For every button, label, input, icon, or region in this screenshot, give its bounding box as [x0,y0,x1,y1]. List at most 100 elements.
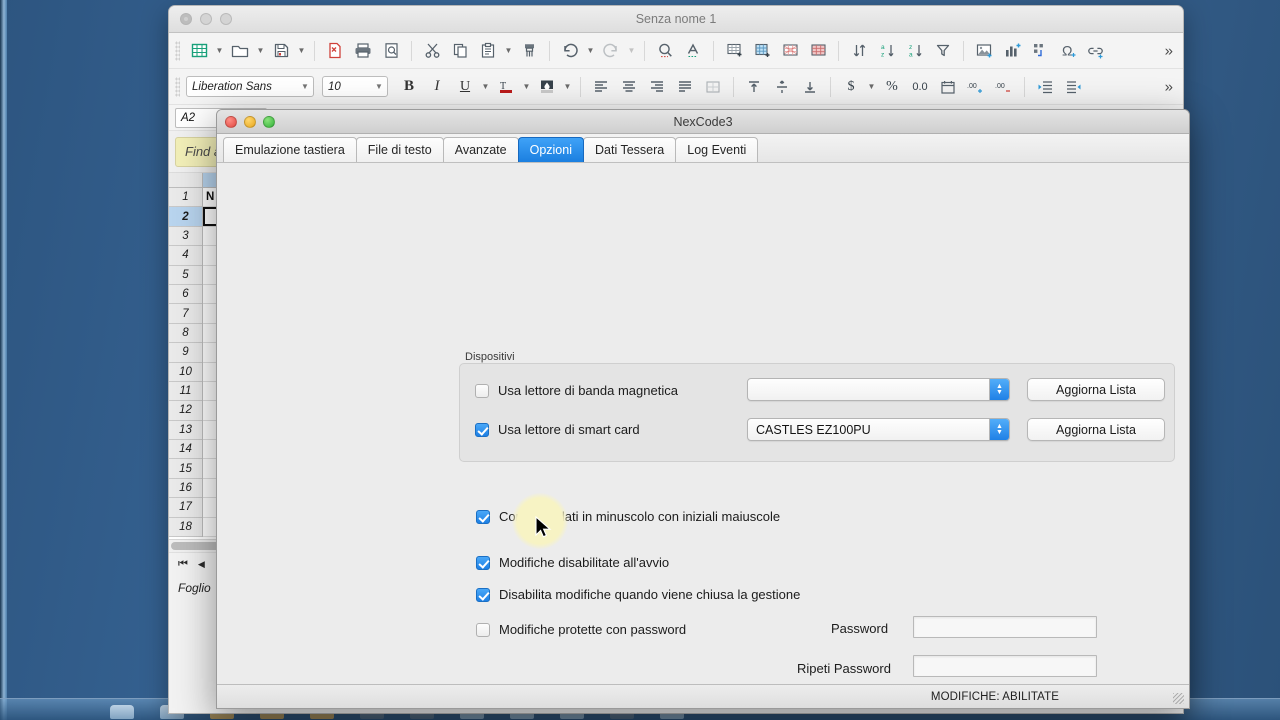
toolbar-grip[interactable] [175,76,180,97]
justify-icon[interactable] [672,74,698,100]
row-header[interactable]: 3 [169,226,202,247]
chevron-down-icon[interactable]: ▼ [297,82,313,91]
smartcard-reader-select[interactable]: CASTLES EZ100PU ▲ ▼ [747,418,1010,441]
toolbar-overflow-button[interactable]: » [1161,42,1177,59]
italic-icon[interactable]: I [424,74,450,100]
underline-icon[interactable]: U [452,74,478,100]
date-format-icon[interactable] [935,74,961,100]
disable-edits-onclose-checkbox[interactable] [476,587,490,602]
align-middle-icon[interactable] [769,74,795,100]
resize-grip[interactable] [1173,693,1184,704]
formatting-toolbar[interactable]: Liberation Sans ▼ 10 ▼ B I U ▼ T ▼ ▼ $ ▼ [169,69,1183,105]
redo-icon[interactable] [598,38,624,64]
spelling-icon[interactable] [680,38,706,64]
paste-icon[interactable] [475,38,501,64]
currency-dropdown-icon[interactable]: ▼ [866,74,877,100]
magnetic-reader-checkbox[interactable] [475,383,489,398]
insert-column-icon[interactable] [749,38,775,64]
sort-icon[interactable] [846,38,872,64]
decrease-indent-icon[interactable] [1060,74,1086,100]
sort-descending-icon[interactable]: za [902,38,928,64]
nexcode3-dialog[interactable]: NexCode3 Emulazione tastiera File di test… [216,109,1190,709]
save-dropdown-icon[interactable]: ▼ [296,38,307,64]
row-header[interactable]: 2 [169,207,202,227]
percent-icon[interactable]: % [879,74,905,100]
tab-opzioni[interactable]: Opzioni [517,137,584,162]
increase-indent-icon[interactable] [1032,74,1058,100]
row-header[interactable]: 14 [169,440,202,460]
tab-dati-tessera[interactable]: Dati Tessera [583,137,677,162]
dialog-titlebar[interactable]: NexCode3 [217,110,1189,134]
print-preview-icon[interactable] [378,38,404,64]
row-header[interactable]: 1 [169,188,202,208]
underline-dropdown-icon[interactable]: ▼ [480,74,491,100]
password-input[interactable] [913,616,1097,638]
row-header[interactable]: 4 [169,246,202,266]
export-pdf-icon[interactable] [322,38,348,64]
calc-titlebar[interactable]: Senza nome 1 [169,6,1183,33]
redo-dropdown-icon[interactable]: ▼ [626,38,637,64]
bold-icon[interactable]: B [396,74,422,100]
delete-column-icon[interactable] [805,38,831,64]
dialog-tab-bar[interactable]: Emulazione tastiera File di testo Avanzate… [217,134,1189,163]
row-header[interactable]: 13 [169,420,202,441]
row-header[interactable]: 12 [169,401,202,421]
row-header[interactable]: 5 [169,265,202,285]
chevron-down-icon[interactable]: ▼ [371,82,387,91]
special-character-icon[interactable]: Ω [1055,38,1081,64]
currency-icon[interactable]: $ [838,74,864,100]
open-file-icon[interactable] [227,38,253,64]
chevron-updown-icon[interactable]: ▲ ▼ [989,419,1009,440]
magnetic-reader-select[interactable]: ▲ ▼ [747,378,1010,401]
tab-avanzate[interactable]: Avanzate [442,137,519,162]
align-center-icon[interactable] [616,74,642,100]
formatting-overflow-button[interactable]: » [1161,78,1177,95]
find-replace-icon[interactable] [652,38,678,64]
undo-dropdown-icon[interactable]: ▼ [585,38,596,64]
highlight-dropdown-icon[interactable]: ▼ [562,74,573,100]
refresh-smartcard-list-button[interactable]: Aggiorna Lista [1027,418,1165,441]
insert-chart-icon[interactable] [999,38,1025,64]
insert-hyperlink-icon[interactable] [1083,38,1109,64]
font-color-icon[interactable]: T [493,74,519,100]
align-top-icon[interactable] [741,74,767,100]
autofilter-icon[interactable] [930,38,956,64]
insert-image-icon[interactable] [971,38,997,64]
clone-formatting-icon[interactable] [516,38,542,64]
first-sheet-button[interactable]: ⏮ [178,558,188,571]
insert-pivot-icon[interactable] [1027,38,1053,64]
merge-cells-icon[interactable] [700,74,726,100]
row-header[interactable]: 15 [169,459,202,479]
font-name-input[interactable]: Liberation Sans ▼ [186,76,314,97]
chevron-updown-icon[interactable]: ▲ ▼ [989,379,1009,400]
row-header[interactable]: 8 [169,323,202,344]
number-format-icon[interactable]: 0.0 [907,74,933,100]
disable-edits-startup-checkbox[interactable] [476,555,490,570]
row-header[interactable]: 9 [169,343,202,363]
standard-toolbar[interactable]: ▼ ▼ ▼ ▼ ▼ ▼ a z z a Ω » [169,33,1183,69]
font-color-dropdown-icon[interactable]: ▼ [521,74,532,100]
row-header[interactable]: 7 [169,304,202,324]
smartcard-reader-checkbox[interactable] [475,422,489,437]
row-header[interactable]: 17 [169,498,202,518]
sort-ascending-icon[interactable]: az [874,38,900,64]
sheet-tab[interactable]: Foglio [178,581,211,595]
password-protected-edits-checkbox[interactable] [476,622,490,637]
remove-decimal-icon[interactable]: .00 [991,74,1017,100]
font-size-input[interactable]: 10 ▼ [322,76,388,97]
row-header[interactable]: 10 [169,362,202,382]
copy-icon[interactable] [447,38,473,64]
row-header[interactable]: 11 [169,381,202,402]
highlight-color-icon[interactable] [534,74,560,100]
select-all-corner[interactable] [169,173,203,188]
row-headers[interactable]: 1 2 3 4 5 6 7 8 9 10 11 12 13 14 15 16 17 18 [169,188,203,538]
open-dropdown-icon[interactable]: ▼ [255,38,266,64]
cut-icon[interactable] [419,38,445,64]
convert-case-checkbox[interactable] [476,509,490,524]
tab-emulazione-tastiera[interactable]: Emulazione tastiera [223,137,357,162]
dock-icon[interactable] [110,705,134,719]
align-bottom-icon[interactable] [797,74,823,100]
paste-dropdown-icon[interactable]: ▼ [503,38,514,64]
tab-log-eventi[interactable]: Log Eventi [675,137,759,162]
toolbar-grip[interactable] [175,40,180,61]
